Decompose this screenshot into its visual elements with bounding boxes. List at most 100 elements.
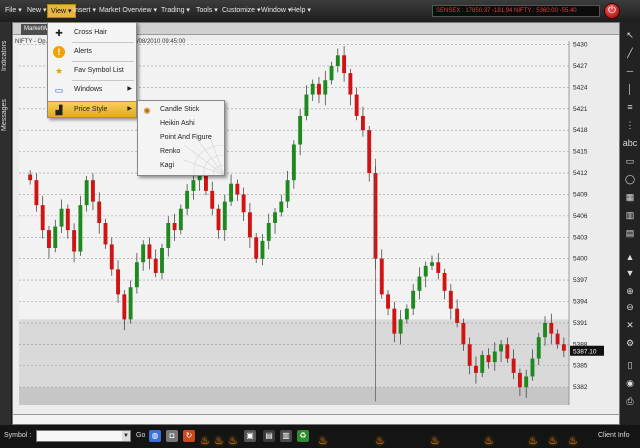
flame-icon: ♨ xyxy=(228,435,238,447)
candle-body xyxy=(310,83,315,95)
candle-body xyxy=(492,351,497,363)
menu-item-candle-stick[interactable]: ✺ Candle Stick xyxy=(138,103,224,117)
chevron-right-icon: ▶ xyxy=(127,86,132,92)
eye-icon[interactable]: ◉ xyxy=(622,376,638,390)
arrow-icon[interactable]: ↖ xyxy=(622,28,638,42)
menu-item-price-style[interactable]: ▟ Price Style ▶ xyxy=(48,101,136,118)
candle-body xyxy=(505,344,510,359)
candle-body xyxy=(153,258,158,273)
zoom-out-icon[interactable]: ⊖ xyxy=(622,300,638,314)
menu-trading[interactable]: Trading ▾ xyxy=(161,6,190,14)
menu-help[interactable]: Help ▾ xyxy=(291,6,311,14)
candle-body xyxy=(216,208,221,231)
menu-item-fav-symbol-list[interactable]: ★ Fav Symbol List xyxy=(48,63,136,79)
candle-body xyxy=(329,65,334,81)
candle-body xyxy=(172,223,177,231)
price-style-submenu: ✺ Candle Stick Heikin Ashi Point And Fig… xyxy=(137,100,225,176)
menu-market-overview[interactable]: Market Overview ▾ xyxy=(99,6,157,14)
menu-item-windows[interactable]: ▭ Windows ▶ xyxy=(48,82,136,98)
candle-body xyxy=(28,174,33,181)
flame-icon: ♨ xyxy=(375,435,385,447)
client-info-button[interactable]: Client Info xyxy=(598,432,630,439)
candle-body xyxy=(222,201,227,231)
power-icon[interactable]: ⏻ xyxy=(604,3,620,19)
horizontal-scrollbar[interactable] xyxy=(13,414,619,424)
save-icon[interactable]: ▤ xyxy=(263,430,275,442)
menu-window[interactable]: Window ▾ xyxy=(261,6,291,14)
menu-item-kagi[interactable]: Kagi xyxy=(138,159,224,173)
candle-body xyxy=(417,276,422,291)
candle-body xyxy=(398,319,403,334)
candle-body xyxy=(65,208,70,231)
camera-icon[interactable]: ◘ xyxy=(166,430,178,442)
print-icon[interactable]: ⎙ xyxy=(622,394,638,408)
down-arrow-icon[interactable]: ▼ xyxy=(622,266,638,280)
recycle-icon[interactable]: ♻ xyxy=(297,430,309,442)
menu-new[interactable]: New ▾ xyxy=(27,6,46,14)
menu-bar: File ▾ New ▾ View ▾ Insert ▾ Market Over… xyxy=(0,0,640,22)
vertical-line-icon[interactable]: │ xyxy=(622,82,638,96)
horizontal-line-icon[interactable]: ─ xyxy=(622,64,638,78)
menu-tools[interactable]: Tools ▾ xyxy=(196,6,218,14)
zoom-in-icon[interactable]: ⊕ xyxy=(622,284,638,298)
y-tick-label: 5415 xyxy=(573,149,588,156)
drawing-toolbar: ↖ ╱ ─ │ ≡ ⋮ abc ▭ ◯ ▦ ▥ ▤ ▲ ▼ ⊕ ⊖ ✕ ⚙ ▯ … xyxy=(620,22,640,425)
menu-view[interactable]: View ▾ xyxy=(47,4,76,18)
menu-customize[interactable]: Customize ▾ xyxy=(222,6,261,14)
ellipse-icon[interactable]: ◯ xyxy=(622,172,638,186)
candle-body xyxy=(273,212,277,223)
go-button[interactable]: Go xyxy=(136,432,145,439)
candle-body xyxy=(166,223,171,248)
menu-item-point-and-figure[interactable]: Point And Figure xyxy=(138,131,224,145)
symbol-input[interactable] xyxy=(36,430,131,442)
rectangle-icon[interactable]: ▭ xyxy=(622,154,638,168)
channel-icon[interactable]: ≡ xyxy=(622,100,638,114)
candle-body xyxy=(392,308,397,334)
settings-icon[interactable]: ⚙ xyxy=(622,336,638,350)
candle-body xyxy=(386,294,390,309)
text-tool-icon[interactable]: abc xyxy=(622,136,638,150)
menu-item-heikin-ashi[interactable]: Heikin Ashi xyxy=(138,117,224,131)
menu-item-cross-hair[interactable]: ✚ Cross Hair xyxy=(48,25,136,41)
candle-body xyxy=(260,240,265,259)
menu-item-renko[interactable]: Renko xyxy=(138,145,224,159)
menu-file[interactable]: File ▾ xyxy=(5,6,22,14)
y-tick-label: 5409 xyxy=(573,191,588,198)
candle-body xyxy=(147,244,152,259)
chart-icon[interactable]: ▥ xyxy=(280,430,292,442)
y-tick-label: 5406 xyxy=(573,213,588,220)
line-tool-icon[interactable]: ╱ xyxy=(622,46,638,60)
layout-icon[interactable]: ▣ xyxy=(244,430,256,442)
candle-body xyxy=(247,212,252,238)
menu-insert[interactable]: Insert ▾ xyxy=(73,6,96,14)
menu-item-label: Heikin Ashi xyxy=(160,120,195,127)
candle-body xyxy=(185,190,190,209)
menu-divider xyxy=(72,80,134,81)
up-arrow-icon[interactable]: ▲ xyxy=(622,250,638,264)
indicators-tab[interactable]: Indicators xyxy=(1,26,11,86)
columns-icon[interactable]: ▤ xyxy=(622,226,638,240)
y-tick-label: 5385 xyxy=(573,363,588,370)
chevron-down-icon[interactable]: ▼ xyxy=(122,431,130,441)
candle-body xyxy=(354,94,359,116)
delete-icon[interactable]: ✕ xyxy=(622,318,638,332)
page-icon[interactable]: ▯ xyxy=(622,358,638,372)
flame-icon: ♨ xyxy=(214,435,224,447)
candle-body xyxy=(549,322,554,334)
crosshair-icon: ✚ xyxy=(55,28,63,38)
bars-icon[interactable]: ▥ xyxy=(622,208,638,222)
grid-icon[interactable]: ▦ xyxy=(622,190,638,204)
menu-item-alerts[interactable]: ! Alerts xyxy=(48,44,136,60)
candle-body xyxy=(178,208,183,231)
candle-body xyxy=(254,237,259,259)
plot-shade-band xyxy=(19,319,569,388)
flame-icon: ♨ xyxy=(484,435,494,447)
globe-icon[interactable]: ◍ xyxy=(149,430,161,442)
fibonacci-icon[interactable]: ⋮ xyxy=(622,118,638,132)
y-tick-label: 5394 xyxy=(573,299,588,306)
refresh-icon[interactable]: ↻ xyxy=(183,430,195,442)
menu-item-label: Fav Symbol List xyxy=(74,67,124,74)
messages-tab[interactable]: Messages xyxy=(1,90,11,140)
menu-item-label: Windows xyxy=(74,86,103,93)
windows-icon: ▭ xyxy=(54,85,64,95)
